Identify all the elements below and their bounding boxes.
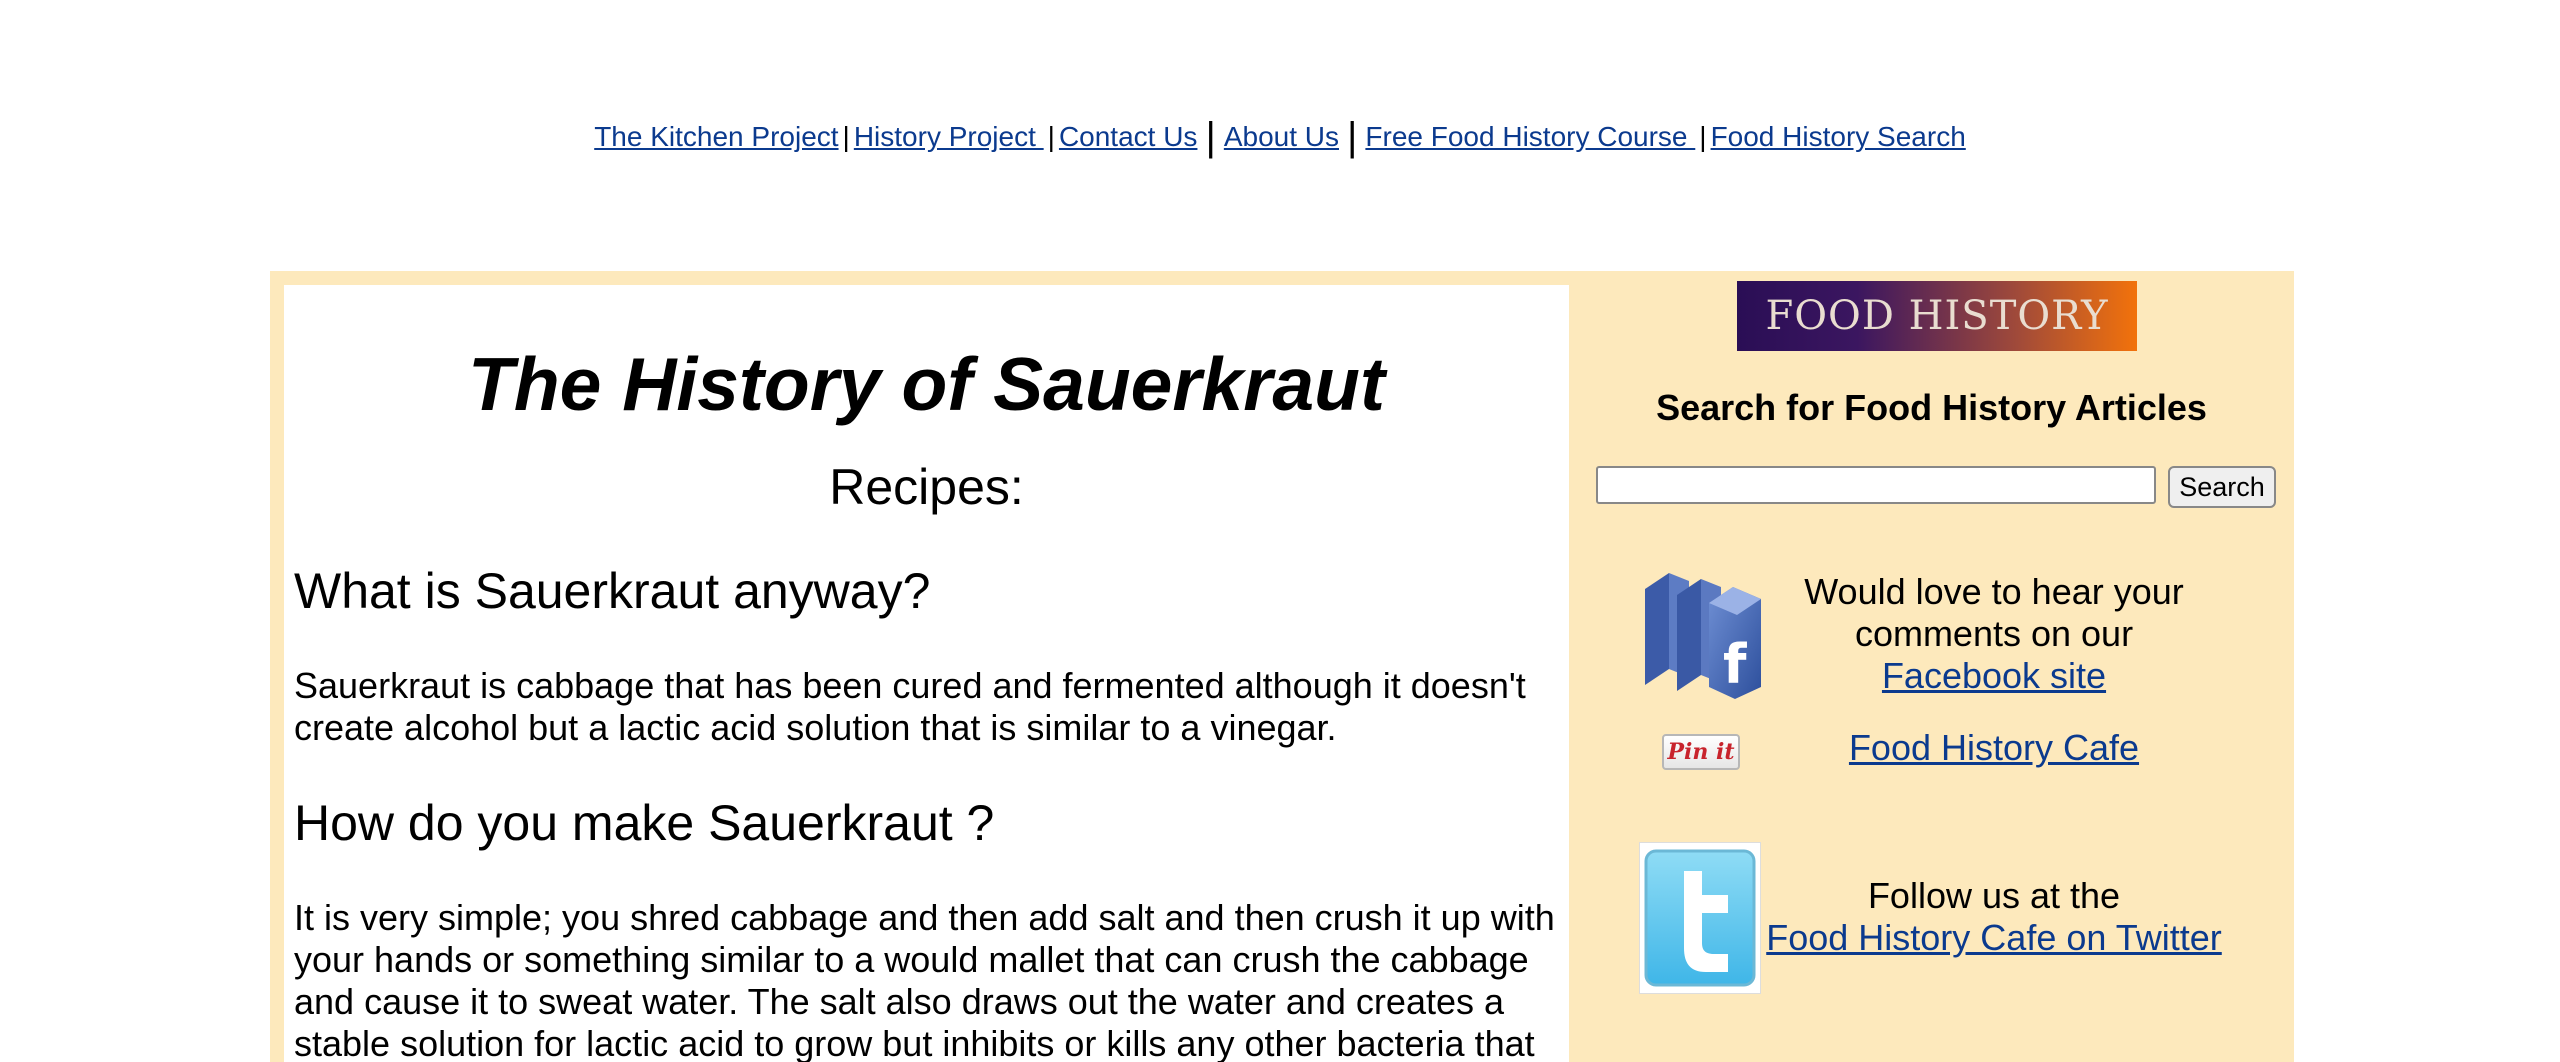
twitter-text: Follow us at the	[1867, 875, 2121, 916]
top-navigation: The Kitchen Project | History Project | Con…	[0, 117, 2560, 157]
twitter-icon[interactable]	[1639, 842, 1761, 994]
twitter-link[interactable]: Food History Cafe on Twitter	[1766, 917, 2222, 958]
nav-link-contact-us[interactable]: Contact Us	[1059, 121, 1198, 152]
nav-link-about-us[interactable]: About Us	[1224, 121, 1339, 152]
facebook-site-link[interactable]: Facebook site	[1882, 655, 2106, 696]
facebook-icon[interactable]: f	[1639, 559, 1769, 699]
nav-link-food-history-search[interactable]: Food History Search	[1711, 121, 1966, 152]
nav-link-free-course[interactable]: Free Food History Course	[1365, 121, 1695, 152]
nav-separator: |	[842, 121, 850, 152]
food-history-banner[interactable]: FOOD HISTORY	[1737, 281, 2137, 351]
paragraph-what-is: Sauerkraut is cabbage that has been cure…	[294, 665, 1526, 748]
search-heading: Search for Food History Articles	[1656, 387, 2207, 428]
twitter-message: Follow us at the Food History Cafe on Tw…	[1759, 875, 2229, 959]
search-button[interactable]: Search	[2168, 466, 2276, 508]
paragraph-how-to-make: It is very simple; you shred cabbage and…	[294, 897, 1555, 1062]
facebook-message: Would love to hear your comments on our …	[1759, 571, 2229, 697]
nav-separator: |	[1699, 121, 1707, 152]
pin-it-button[interactable]: Pin it	[1662, 734, 1740, 770]
nav-link-kitchen-project[interactable]: The Kitchen Project	[594, 121, 838, 152]
nav-separator: |	[1205, 115, 1216, 159]
recipes-label: Recipes:	[829, 459, 1024, 515]
cafe-link-wrapper: Food History Cafe	[1759, 727, 2229, 769]
article-content: The History of Sauerkraut Recipes: What …	[284, 285, 1569, 1062]
facebook-text: Would love to hear your comments on our	[1804, 571, 2184, 654]
svg-text:f: f	[1723, 633, 1747, 696]
page-frame: The History of Sauerkraut Recipes: What …	[270, 271, 2294, 1062]
food-history-cafe-link[interactable]: Food History Cafe	[1849, 727, 2139, 768]
nav-separator: |	[1047, 121, 1055, 152]
section-heading-how-to-make: How do you make Sauerkraut ?	[294, 795, 995, 851]
nav-separator: |	[1347, 115, 1358, 159]
nav-link-history-project[interactable]: History Project	[854, 121, 1044, 152]
search-input[interactable]	[1596, 466, 2156, 504]
page-title: The History of Sauerkraut	[468, 342, 1385, 426]
sidebar: FOOD HISTORY Search for Food History Art…	[1569, 271, 2294, 1062]
section-heading-what-is: What is Sauerkraut anyway?	[294, 563, 931, 619]
